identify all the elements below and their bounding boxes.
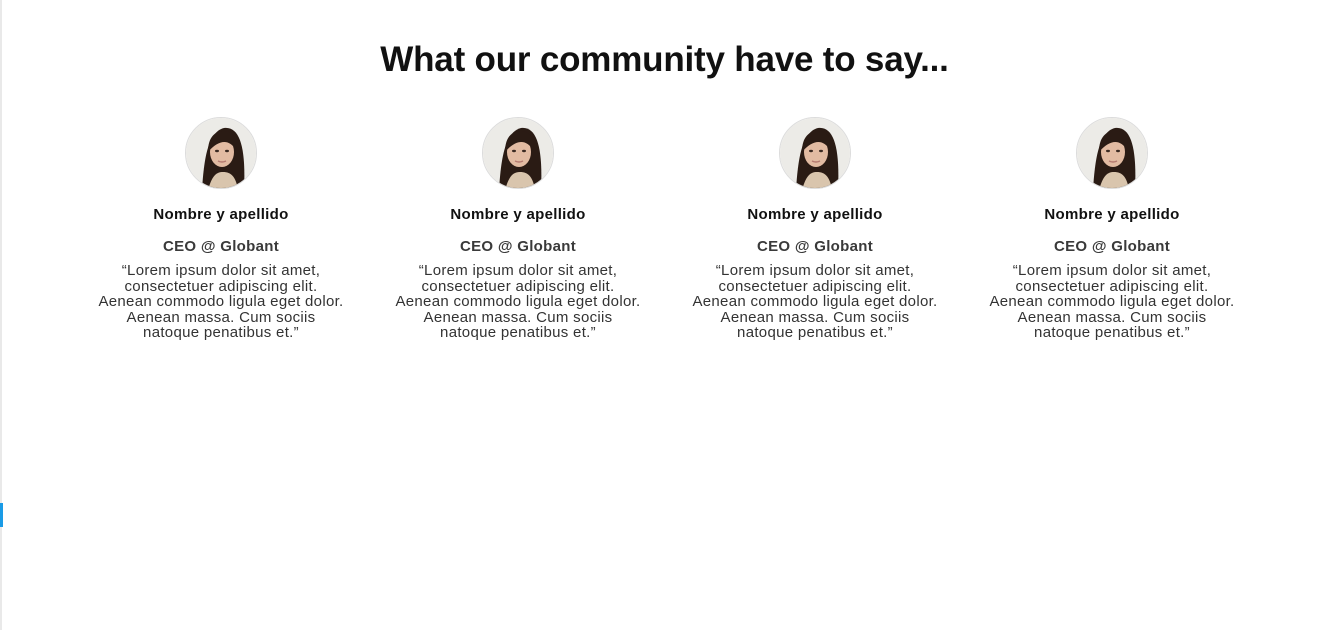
testimonial-card: Nombre y apellido CEO @ Globant “Lorem i… xyxy=(685,117,945,341)
avatar-photo xyxy=(186,118,256,188)
avatar xyxy=(1076,117,1148,189)
avatar-photo xyxy=(483,118,553,188)
person-name: Nombre y apellido xyxy=(153,206,289,223)
person-role: CEO @ Globant xyxy=(459,238,577,255)
page-left-border xyxy=(0,0,2,630)
avatar xyxy=(482,117,554,189)
testimonial-quote: “Lorem ipsum dolor sit amet, consectetue… xyxy=(989,262,1235,341)
avatar xyxy=(185,117,257,189)
testimonial-card: Nombre y apellido CEO @ Globant “Lorem i… xyxy=(982,117,1242,341)
avatar-photo xyxy=(780,118,850,188)
avatar-photo xyxy=(1077,118,1147,188)
person-name: Nombre y apellido xyxy=(1044,206,1180,223)
testimonial-card: Nombre y apellido CEO @ Globant “Lorem i… xyxy=(91,117,351,341)
testimonial-quote: “Lorem ipsum dolor sit amet, consectetue… xyxy=(98,262,344,341)
person-role: CEO @ Globant xyxy=(756,238,874,255)
section-title: What our community have to say... xyxy=(380,40,949,79)
person-role: CEO @ Globant xyxy=(162,238,280,255)
testimonial-quote: “Lorem ipsum dolor sit amet, consectetue… xyxy=(692,262,938,341)
testimonial-card: Nombre y apellido CEO @ Globant “Lorem i… xyxy=(388,117,648,341)
testimonial-quote: “Lorem ipsum dolor sit amet, consectetue… xyxy=(395,262,641,341)
person-name: Nombre y apellido xyxy=(747,206,883,223)
person-role: CEO @ Globant xyxy=(1053,238,1171,255)
person-name: Nombre y apellido xyxy=(450,206,586,223)
avatar xyxy=(779,117,851,189)
scroll-position-indicator[interactable] xyxy=(0,503,3,527)
